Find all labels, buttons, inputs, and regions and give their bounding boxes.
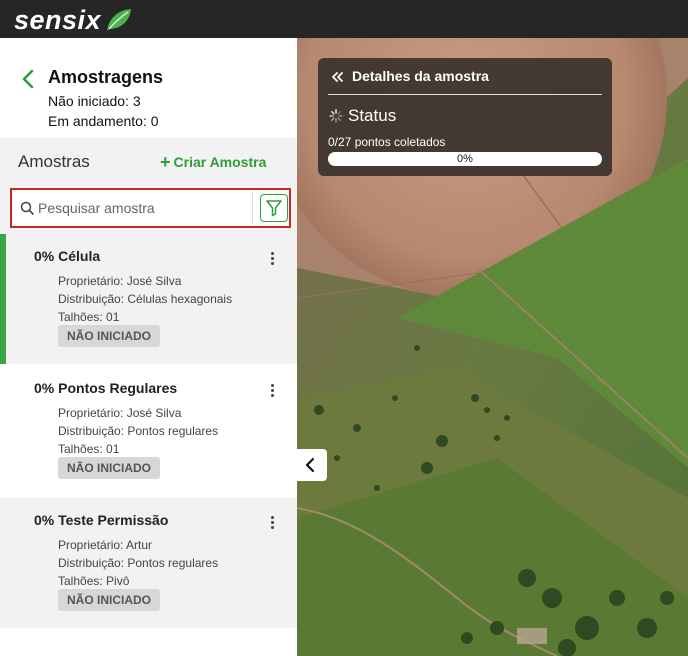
collapse-panel-button[interactable] bbox=[297, 449, 327, 481]
top-bar: sensix bbox=[0, 0, 688, 38]
search-icon bbox=[20, 201, 34, 215]
sample-owner: Proprietário: Artur bbox=[58, 538, 153, 552]
leaf-icon bbox=[107, 9, 132, 31]
sample-details-card: Detalhes da amostra Status 0/27 pontos c… bbox=[318, 58, 612, 176]
search-input[interactable] bbox=[38, 196, 248, 220]
in-progress-count: Em andamento: 0 bbox=[48, 113, 159, 129]
sample-distribution: Distribuição: Pontos regulares bbox=[58, 424, 219, 438]
sample-card[interactable]: 0% Pontos Regulares Proprietário: José S… bbox=[0, 366, 297, 496]
filter-icon bbox=[266, 200, 282, 217]
more-options-icon[interactable] bbox=[266, 384, 278, 400]
page-title: Amostragens bbox=[48, 67, 164, 87]
sample-card[interactable]: 0% Teste Permissão Proprietário: Artur D… bbox=[0, 498, 297, 628]
sample-fields: Talhões: 01 bbox=[58, 442, 120, 456]
status-badge: NÃO INICIADO bbox=[58, 325, 160, 347]
samples-toolbar: Amostras + Criar Amostra bbox=[0, 138, 297, 234]
filter-button[interactable] bbox=[260, 194, 288, 222]
sample-owner: Proprietário: José Silva bbox=[58, 274, 182, 288]
more-options-icon[interactable] bbox=[266, 516, 278, 532]
loading-spinner-icon bbox=[329, 109, 343, 123]
samples-heading: Amostras bbox=[18, 152, 90, 171]
sample-title: 0% Teste Permissão bbox=[34, 512, 169, 528]
chevron-left-icon bbox=[305, 457, 315, 473]
create-sample-button[interactable]: + Criar Amostra bbox=[160, 152, 267, 172]
status-badge: NÃO INICIADO bbox=[58, 589, 160, 611]
divider bbox=[328, 94, 602, 95]
sample-card[interactable]: 0% Célula Proprietário: José Silva Distr… bbox=[0, 234, 297, 364]
search-box[interactable] bbox=[14, 192, 253, 224]
sample-owner: Proprietário: José Silva bbox=[58, 406, 182, 420]
sample-distribution: Distribuição: Células hexagonais bbox=[58, 292, 233, 306]
double-chevron-left-icon[interactable] bbox=[330, 70, 344, 84]
sample-fields: Talhões: 01 bbox=[58, 310, 120, 324]
panel-header: Amostragens Não iniciado: 3 Em andamento… bbox=[0, 38, 297, 138]
plus-icon: + bbox=[160, 152, 171, 172]
sample-fields: Talhões: Pivô bbox=[58, 574, 130, 588]
progress-label: 0% bbox=[457, 153, 473, 165]
search-area bbox=[10, 188, 291, 228]
details-title: Detalhes da amostra bbox=[352, 68, 489, 84]
samples-panel: Amostragens Não iniciado: 3 Em andamento… bbox=[0, 38, 297, 656]
status-badge: NÃO INICIADO bbox=[58, 457, 160, 479]
sample-title: 0% Pontos Regulares bbox=[34, 380, 178, 396]
not-started-count: Não iniciado: 3 bbox=[48, 93, 141, 109]
sample-title: 0% Célula bbox=[34, 248, 101, 264]
status-label: Status bbox=[348, 106, 397, 125]
logo-text: sensix bbox=[14, 4, 102, 35]
sensix-logo[interactable]: sensix bbox=[14, 4, 133, 35]
progress-bar: 0% bbox=[328, 152, 602, 166]
back-arrow-icon[interactable] bbox=[18, 68, 40, 90]
create-sample-label: Criar Amostra bbox=[173, 154, 267, 170]
sample-distribution: Distribuição: Pontos regulares bbox=[58, 556, 219, 570]
points-collected-text: 0/27 pontos coletados bbox=[328, 135, 446, 149]
more-options-icon[interactable] bbox=[266, 252, 278, 268]
